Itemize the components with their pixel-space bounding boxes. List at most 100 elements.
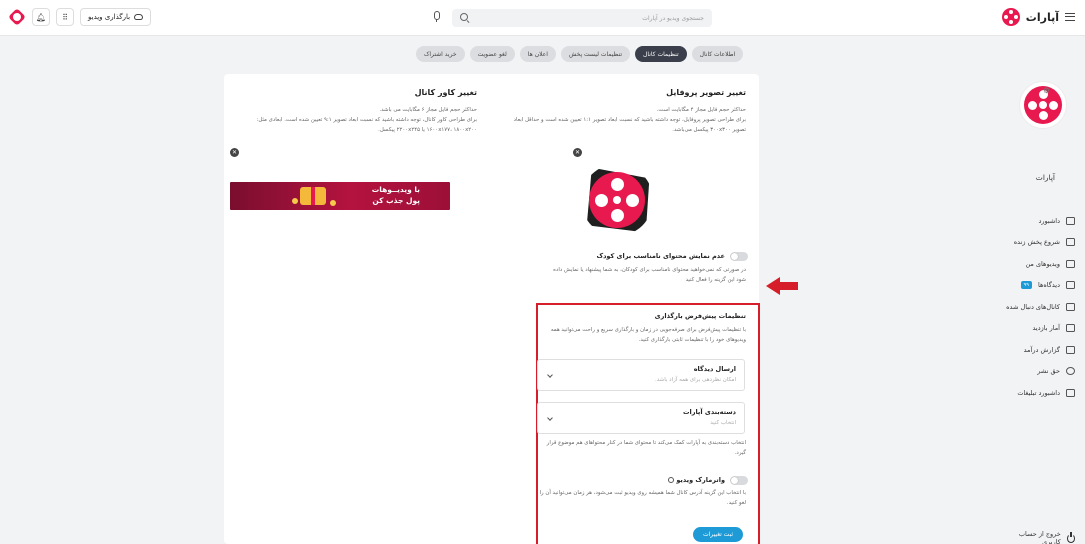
- sidebar-item-stats[interactable]: آمار بازدید: [1005, 318, 1075, 340]
- cover-desc-line: ۱۶۰۰x۱۷۷، ۱۸۰۰x۲۰۰ یا ۲۲۰۰x۲۴۵ پیکسل.: [378, 127, 477, 133]
- upload-defaults-title: تنظیمات پیش‌فرض بارگذاری: [654, 312, 746, 320]
- sidebar-item-comments[interactable]: دیدگاه‌ها ۹۹: [1005, 275, 1075, 297]
- sidebar-nav: داشبورد شروع پخش زنده ویدیوهای من دیدگاه…: [1005, 210, 1075, 404]
- category-field-placeholder: انتخاب کنید: [710, 420, 736, 426]
- aparat-logo-icon[interactable]: [1001, 8, 1020, 26]
- power-icon: [1066, 531, 1075, 543]
- sidebar-item-label: گزارش درآمد: [1023, 345, 1060, 354]
- sidebar-item-label: داشبورد تبلیغات: [1017, 388, 1060, 397]
- comments-count-badge: ۹۹: [1020, 281, 1032, 290]
- sidebar-item-label: حق نشر: [1037, 367, 1060, 376]
- sidebar-item-copyright[interactable]: حق نشر: [1005, 361, 1075, 383]
- category-help-line: انتخاب دسته‌بندی به آپارات کمک می‌کند تا…: [546, 440, 746, 446]
- close-icon: ✕: [231, 149, 238, 156]
- sidebar-item-label: شروع پخش زنده: [1013, 238, 1060, 247]
- menu-icon[interactable]: [1065, 13, 1075, 21]
- sidebar: ⚙ آپارات داشبورد شروع پخش زنده ویدیوهای …: [1005, 36, 1085, 544]
- search-input[interactable]: جستجوی ویدیو در آپارات: [452, 9, 712, 27]
- upload-video-button[interactable]: بارگذاری ویدیو: [80, 8, 152, 26]
- income-icon: [1066, 345, 1075, 354]
- upload-defaults-desc-line: ویدیوهای خود را با تنظیمات ثابتی بارگذار…: [638, 337, 746, 343]
- search-placeholder: جستجوی ویدیو در آپارات: [642, 14, 704, 22]
- coin-icon: [292, 198, 298, 204]
- cover-image-title: تغییر کاور کانال: [414, 88, 477, 97]
- kids-filter-desc: در صورتی که نمی‌خواهید محتوای نامناسب بر…: [531, 265, 746, 285]
- sidebar-item-live[interactable]: شروع پخش زنده: [1005, 232, 1075, 254]
- tab-buy-subscription[interactable]: خرید اشتراک: [416, 46, 465, 62]
- settings-tabs: اطلاعات کانال تنظیمات کانال تنظیمات لیست…: [416, 46, 758, 62]
- banner-text-line: پول جذب کن: [372, 196, 420, 205]
- cover-image-desc: حداکثر حجم فایل مجاز ۶ مگابایت می باشد. …: [227, 105, 477, 135]
- gear-icon[interactable]: ⚙: [1043, 86, 1050, 95]
- comments-permission-select[interactable]: ارسال دیدگاه امکان نظردهی برای همه آزاد …: [537, 359, 745, 391]
- search-icon[interactable]: [460, 13, 470, 23]
- upload-defaults-desc: با تنظیمات پیش‌فرض برای صرفه‌جویی در زما…: [531, 325, 746, 345]
- watermark-label: واترمارک ویدیو: [676, 476, 725, 484]
- sidebar-item-followed-channels[interactable]: کانال‌های دنبال شده: [1005, 296, 1075, 318]
- stats-icon: [1066, 324, 1075, 333]
- watermark-desc: با انتخاب این گزینه آدرس کانال شما همیشه…: [531, 488, 746, 508]
- watermark-desc-line: با انتخاب این گزینه آدرس کانال شما همیشه…: [539, 490, 746, 496]
- upload-defaults-desc-line: با تنظیمات پیش‌فرض برای صرفه‌جویی در زما…: [550, 327, 746, 333]
- header-actions: 🔔︎ ⠿ بارگذاری ویدیو: [8, 8, 152, 26]
- ads-icon: [1066, 388, 1075, 397]
- profile-image-preview[interactable]: [581, 164, 653, 236]
- videos-icon: [1066, 259, 1075, 268]
- logout-label: خروج از حساب کاربری: [1018, 530, 1061, 544]
- cloud-upload-icon: [134, 14, 144, 20]
- remove-profile-image-button[interactable]: ✕: [573, 148, 582, 157]
- logout-button[interactable]: خروج از حساب کاربری: [1005, 530, 1075, 544]
- chevron-down-icon: [547, 415, 553, 421]
- dashboard-icon: [1066, 216, 1075, 225]
- upload-video-label: بارگذاری ویدیو: [88, 13, 131, 21]
- sidebar-item-income[interactable]: گزارش درآمد: [1005, 339, 1075, 361]
- sidebar-item-my-videos[interactable]: ویدیوهای من: [1005, 253, 1075, 275]
- comments-field-label: ارسال دیدگاه: [693, 365, 736, 373]
- category-help-line: گیرد.: [734, 450, 746, 456]
- profile-image-title: تغییر تصویر پروفایل: [666, 88, 746, 97]
- copyright-icon: [1066, 367, 1075, 376]
- sidebar-item-label: آمار بازدید: [1032, 324, 1060, 333]
- gift-box-icon: [300, 187, 326, 205]
- profile-desc-line: تصویر ۳۰۰x۳۰۰ پیکسل می‌باشد.: [672, 127, 746, 133]
- sidebar-item-ads-dashboard[interactable]: داشبورد تبلیغات: [1005, 382, 1075, 404]
- followed-icon: [1066, 302, 1075, 311]
- profile-image-desc: حداکثر حجم فایل مجاز ۴ مگابایت است. برای…: [496, 105, 746, 135]
- category-select[interactable]: دسته‌بندی آپارات انتخاب کنید: [537, 402, 745, 434]
- channel-name: آپارات: [1035, 173, 1055, 182]
- watermark-toggle[interactable]: [730, 476, 748, 485]
- notifications-button[interactable]: 🔔︎: [32, 8, 50, 26]
- tab-notifications[interactable]: اعلان ها: [519, 46, 556, 62]
- category-field-label: دسته‌بندی آپارات: [682, 408, 736, 416]
- brand-area: آپارات: [1001, 8, 1075, 26]
- tab-channel-info[interactable]: اطلاعات کانال: [691, 46, 744, 62]
- cover-desc-line: حداکثر حجم فایل مجاز ۶ مگابایت می باشد.: [379, 107, 477, 113]
- sidebar-item-dashboard[interactable]: داشبورد: [1005, 210, 1075, 232]
- chevron-down-icon: [547, 372, 553, 378]
- save-changes-button[interactable]: ثبت تغییرات: [693, 527, 743, 542]
- tab-playlist-settings[interactable]: تنظیمات لیست پخش: [560, 46, 630, 62]
- watermark-title: واترمارک ویدیو: [668, 476, 725, 484]
- tab-unsubscribe[interactable]: لغو عضویت: [469, 46, 515, 62]
- top-bar: آپارات جستجوی ویدیو در آپارات 🔔︎ ⠿ بارگذ…: [0, 0, 1085, 36]
- comments-icon: [1066, 281, 1075, 290]
- grid-icon: ⠿: [62, 12, 68, 22]
- cover-image-preview[interactable]: با ویدیــوهات پول جذب کن: [230, 182, 450, 210]
- microphone-icon[interactable]: [432, 11, 440, 23]
- channel-settings-card: تغییر تصویر پروفایل حداکثر حجم فایل مجاز…: [224, 74, 760, 544]
- apps-grid-button[interactable]: ⠿: [56, 8, 74, 26]
- sidebar-item-label: دیدگاه‌ها: [1037, 281, 1060, 290]
- sidebar-item-label: ویدیوهای من: [1025, 259, 1060, 268]
- bell-icon: 🔔︎: [35, 12, 47, 22]
- watermark-desc-line: لغو کنید.: [726, 500, 746, 506]
- aparat-app-icon[interactable]: [8, 8, 26, 26]
- remove-cover-image-button[interactable]: ✕: [230, 148, 239, 157]
- brand-logo-text[interactable]: آپارات: [1026, 11, 1059, 24]
- sidebar-item-label: کانال‌های دنبال شده: [1006, 302, 1060, 311]
- sidebar-item-label: داشبورد: [1038, 216, 1061, 225]
- tab-channel-settings[interactable]: تنظیمات کانال: [635, 46, 687, 62]
- info-icon[interactable]: [668, 477, 675, 483]
- kids-filter-toggle[interactable]: [730, 252, 748, 261]
- close-icon: ✕: [574, 149, 581, 156]
- kids-desc-line: در صورتی که نمی‌خواهید محتوای نامناسب بر…: [553, 267, 746, 273]
